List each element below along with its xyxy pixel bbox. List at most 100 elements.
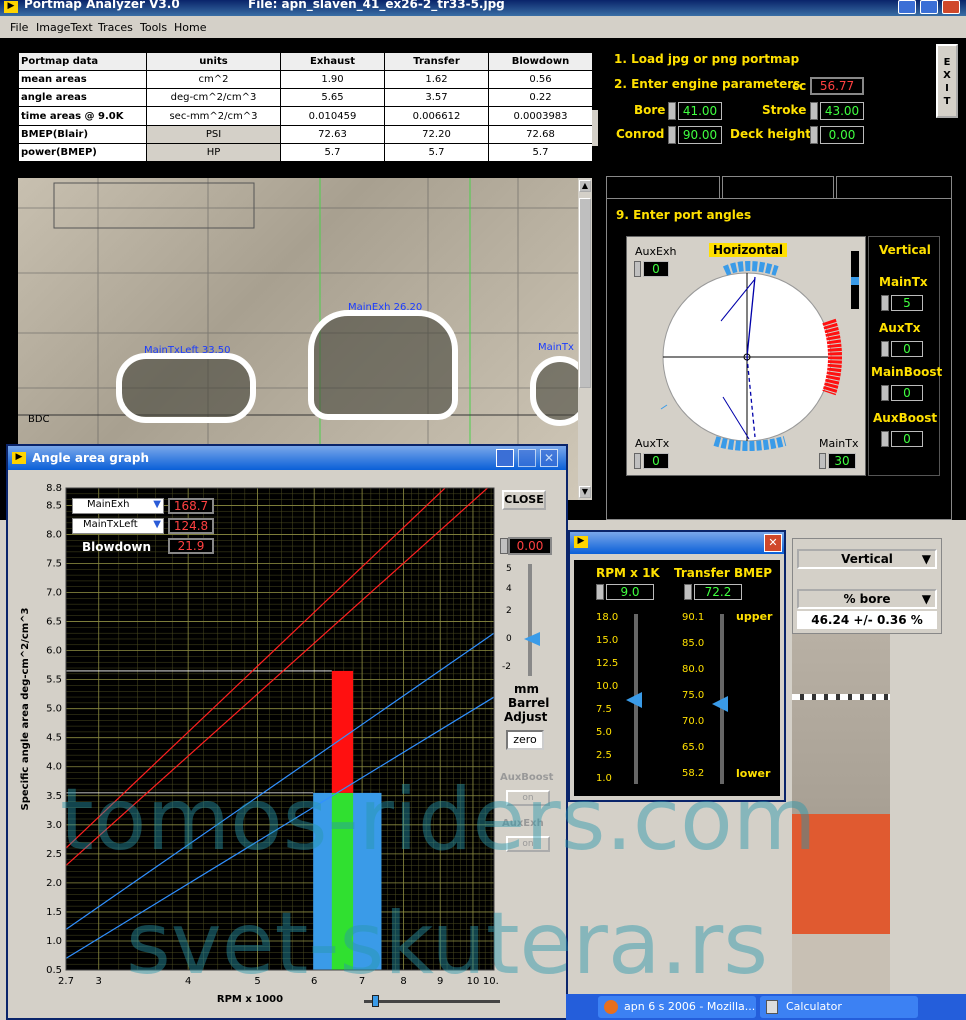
zero-button[interactable]: zero — [506, 730, 544, 750]
v-auxtx-spinner[interactable] — [881, 341, 889, 357]
x-tick-label: 5 — [254, 976, 260, 987]
chevron-down-icon: ▼ — [921, 592, 931, 606]
barrel-value[interactable]: 0.00 — [508, 537, 552, 555]
x-tick-label: 9 — [437, 976, 443, 987]
deck-height-label: Deck height — [730, 127, 812, 141]
bore-input[interactable]: 41.00 — [678, 102, 722, 120]
auxexh-spinner[interactable] — [634, 261, 641, 277]
angle-area-chart: 0.5 1.0 1.5 2.0 2.5 3.0 3.5 4.0 4.5 5.0 5.5 6.0 6.5 7… — [12, 476, 498, 1016]
maximize-button[interactable] — [518, 449, 536, 467]
taskbar-item-mozilla[interactable]: apn 6 s 2006 - Mozilla... — [598, 996, 756, 1018]
scroll-thumb[interactable] — [579, 198, 591, 388]
menu-traces[interactable]: Traces — [98, 21, 133, 34]
scroll-down-icon[interactable]: ▼ — [579, 486, 591, 498]
stroke-input[interactable]: 43.00 — [820, 102, 864, 120]
image-scrollbar[interactable]: ▲ ▼ — [578, 178, 592, 500]
close-icon[interactable]: ✕ — [764, 534, 782, 552]
taskbar-item-calculator[interactable]: Calculator — [760, 996, 918, 1018]
tab-3[interactable] — [836, 176, 952, 200]
v-maintx-input[interactable]: 5 — [891, 295, 923, 311]
graph-window-titlebar: ▶ Angle area graph ✕ — [8, 446, 566, 470]
auxboost-toggle[interactable]: on — [506, 790, 550, 806]
v-mainboost-input[interactable]: 0 — [891, 385, 923, 401]
auxexh-toggle[interactable]: on — [506, 836, 550, 852]
v-auxboost-input[interactable]: 0 — [891, 431, 923, 447]
taskbar-item-label: Calculator — [786, 1000, 842, 1013]
value-cell: 0.006612 — [384, 106, 489, 126]
scroll-up-icon[interactable]: ▲ — [579, 180, 591, 192]
portmap-data-table: Portmap data units Exhaust Transfer Blow… — [18, 51, 593, 163]
port-angle-diagram[interactable]: AuxExh 0 Horizontal AuxTx 0 MainTx 30 — [626, 236, 866, 476]
auxexh-input[interactable]: 0 — [643, 261, 669, 277]
rpm-spinner[interactable] — [596, 584, 604, 600]
auxtx-input[interactable]: 0 — [643, 453, 669, 469]
x-tick-label: 10 — [467, 976, 480, 987]
y-tick-label: 8.5 — [46, 500, 62, 511]
rotation-slider-thumb[interactable] — [851, 277, 859, 285]
stroke-spinner[interactable] — [810, 102, 818, 120]
exit-button[interactable]: EXIT — [936, 44, 958, 118]
v-auxboost-spinner[interactable] — [881, 431, 889, 447]
menu-file[interactable]: File — [10, 21, 28, 34]
v-maintx-spinner[interactable] — [881, 295, 889, 311]
conrod-spinner[interactable] — [668, 126, 676, 144]
barrel-tick: 5 — [506, 564, 512, 574]
bmep-input[interactable]: 72.2 — [694, 584, 742, 600]
v-auxtx-input[interactable]: 0 — [891, 341, 923, 357]
v-mainboost-spinner[interactable] — [881, 385, 889, 401]
rpm-range-thumb[interactable] — [372, 995, 379, 1007]
minimize-button[interactable] — [496, 449, 514, 467]
main-title-bar: ▶ Portmap Analyzer V3.0 File: apn_slaven… — [0, 0, 966, 16]
maximize-button[interactable] — [920, 0, 938, 14]
menu-home[interactable]: Home — [174, 21, 206, 34]
minimize-button[interactable] — [898, 0, 916, 14]
deck-height-input[interactable]: 0.00 — [820, 126, 864, 144]
bore-spinner[interactable] — [668, 102, 676, 120]
y-tick-label: 6.0 — [46, 646, 62, 657]
series1-select[interactable]: MainExh ▼ — [72, 498, 164, 514]
maintx-spinner[interactable] — [819, 453, 826, 469]
step1-label: 1. Load jpg or png portmap — [614, 52, 800, 66]
auxtx-spinner[interactable] — [634, 453, 641, 469]
menu-tools[interactable]: Tools — [140, 21, 167, 34]
plot-area — [65, 487, 495, 971]
menu-imagetext[interactable]: ImageText — [36, 21, 93, 34]
rpm-slider-thumb[interactable] — [626, 692, 642, 708]
unit-select[interactable]: HP — [146, 142, 281, 163]
rpm-input[interactable]: 9.0 — [606, 584, 654, 600]
bmep-spinner[interactable] — [684, 584, 692, 600]
calculator-icon — [766, 1000, 778, 1014]
x-axis-label: RPM x 1000 — [217, 994, 283, 1005]
barrel-spinner[interactable] — [500, 538, 508, 554]
series2-select[interactable]: MainTxLeft ▼ — [72, 518, 164, 534]
header-cell: Portmap data — [18, 51, 147, 72]
splitter-handle[interactable] — [592, 110, 598, 146]
vertical-dropdown[interactable]: Vertical ▼ — [797, 549, 937, 569]
header-cell: units — [146, 51, 281, 72]
tab-1[interactable] — [606, 176, 720, 198]
x-tick-label: 2.7 — [58, 976, 74, 987]
close-icon[interactable]: ✕ — [540, 449, 558, 467]
stroke-label: Stroke — [762, 103, 807, 117]
value-cell: 5.7 — [280, 142, 385, 163]
maintx-angle-input[interactable]: 30 — [828, 453, 856, 469]
barrel-tick: 2 — [506, 606, 512, 616]
row-label: mean areas — [18, 70, 147, 90]
unit-dropdown[interactable]: % bore ▼ — [797, 589, 937, 609]
conrod-input[interactable]: 90.00 — [678, 126, 722, 144]
auxboost-label: AuxBoost — [500, 772, 554, 783]
unit-select[interactable]: PSI — [146, 124, 281, 144]
rotation-slider[interactable] — [851, 251, 859, 309]
barrel-slider[interactable] — [528, 564, 532, 676]
tab-2[interactable] — [722, 176, 834, 198]
close-button[interactable] — [942, 0, 960, 14]
auxexh-toggle-label: AuxExh — [502, 818, 544, 829]
bmep-slider-thumb[interactable] — [712, 696, 728, 712]
rpm-range-slider[interactable] — [364, 1000, 500, 1003]
top-mask — [66, 476, 498, 488]
adjust-label: Adjust — [504, 710, 548, 724]
deck-spinner[interactable] — [810, 126, 818, 144]
y-tick-label: 3.5 — [46, 791, 62, 802]
close-graph-button[interactable]: CLOSE — [502, 490, 546, 510]
barrel-slider-thumb[interactable] — [524, 632, 540, 646]
